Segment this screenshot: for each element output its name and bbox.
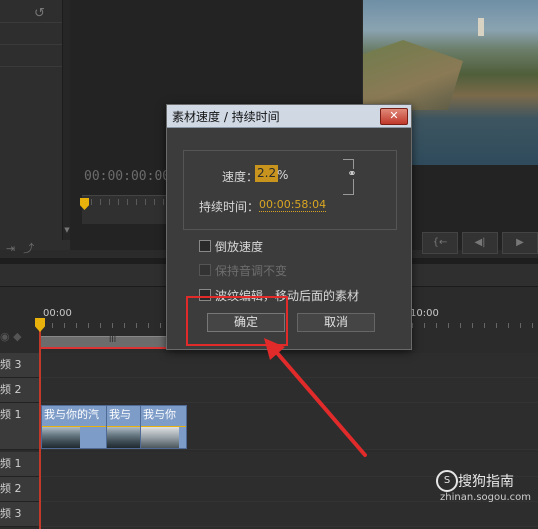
duration-value-field[interactable]: 00:00:58:04 (259, 198, 327, 212)
step-back-button[interactable]: {← (422, 232, 458, 254)
clip-thumbnail (107, 426, 140, 448)
project-panel (0, 0, 71, 250)
track-row-v3[interactable] (40, 353, 538, 378)
track-header-v1[interactable]: 频 1 (0, 403, 40, 450)
sogou-logo-icon: S (436, 470, 458, 492)
timeline-clip[interactable]: 我与你 (140, 405, 187, 449)
dialog-title: 素材速度 / 持续时间 (172, 110, 280, 124)
watermark-name: 搜狗指南 (458, 474, 514, 490)
watermark-url: zhinan.sogou.com (440, 492, 532, 503)
ruler-label-10s: 10:00 (410, 308, 439, 319)
clip-title: 我与 (109, 408, 131, 421)
track-header-v2[interactable]: 频 2 (0, 378, 40, 403)
reverse-speed-checkbox[interactable] (199, 240, 211, 252)
annotation-highlight-box (186, 296, 288, 346)
dialog-title-bar[interactable]: 素材速度 / 持续时间 ✕ (167, 105, 411, 128)
reverse-speed-label: 倒放速度 (215, 240, 264, 254)
track-header-a1[interactable]: 频 1 (0, 452, 40, 477)
clip-keyframe-line (107, 426, 140, 427)
clip-title: 我与你 (143, 408, 176, 421)
timeline-tool-icons[interactable]: ◉ ◆ (0, 330, 40, 348)
track-row-v2[interactable] (40, 378, 538, 403)
undo-icon[interactable]: ↺ (34, 6, 45, 21)
chain-link-icon[interactable]: ⚭ (344, 168, 360, 179)
close-button[interactable]: ✕ (380, 108, 408, 125)
play-button[interactable]: ▶ (502, 232, 538, 254)
prev-frame-button[interactable]: ◀| (462, 232, 498, 254)
timeline-playhead-line[interactable] (39, 318, 41, 529)
clip-keyframe-line (42, 426, 106, 427)
speed-group-box (183, 150, 397, 230)
work-area-grip[interactable]: III (109, 335, 116, 344)
clip-title: 我与你的汽 (44, 408, 99, 421)
maintain-pitch-checkbox (199, 264, 211, 276)
source-timecode[interactable]: 00:00:00:00 (84, 169, 170, 184)
track-header-a3[interactable]: 频 3 (0, 502, 40, 527)
timeline-clip[interactable]: 我与你的汽 (41, 405, 107, 449)
timeline-clip[interactable]: 我与 (106, 405, 141, 449)
lighthouse (478, 18, 484, 36)
sogou-watermark: S 搜狗指南 zhinan.sogou.com (436, 468, 536, 518)
ruler-label-start: 00:00 (43, 308, 72, 319)
track-header-a2[interactable]: 频 2 (0, 477, 40, 502)
duration-label: 持续时间： (199, 200, 260, 214)
clip-thumbnail (42, 426, 80, 448)
clip-thumbnail (141, 426, 179, 448)
speed-value-field[interactable]: 2.2 (255, 165, 279, 182)
clip-keyframe-line (141, 426, 186, 427)
maintain-pitch-label: 保持音调不变 (215, 264, 288, 278)
render-bar (40, 347, 185, 349)
coast-cliff (363, 40, 463, 110)
project-panel-footer-icons[interactable]: ⇥⤴ (6, 240, 42, 256)
program-transport-controls: {← ◀| ▶ (420, 232, 538, 254)
cancel-button[interactable]: 取消 (297, 313, 375, 332)
speed-label: 速度： (222, 170, 259, 184)
speed-unit: % (277, 168, 289, 182)
track-header-v3[interactable]: 频 3 (0, 353, 40, 378)
